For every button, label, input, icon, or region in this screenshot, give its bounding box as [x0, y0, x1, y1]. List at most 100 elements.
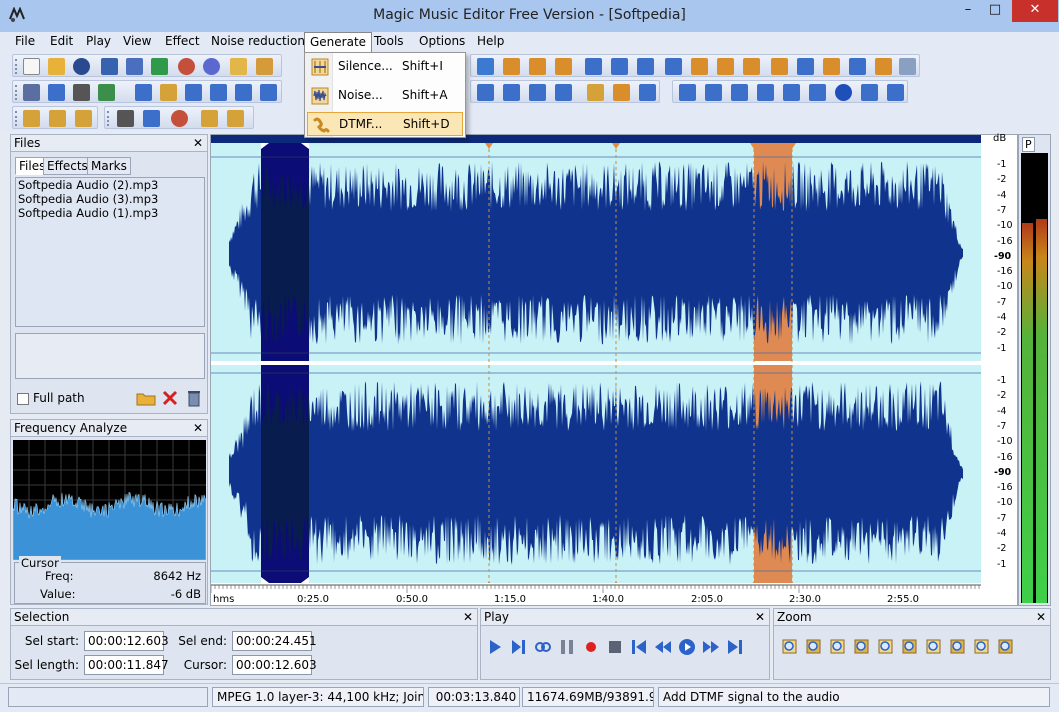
eq-icon[interactable] — [477, 84, 494, 101]
maximize-button[interactable]: □ — [982, 0, 1008, 22]
silence-icon[interactable] — [23, 110, 40, 127]
close-icon[interactable]: ✕ — [193, 420, 203, 436]
convert-icon[interactable] — [639, 84, 656, 101]
dc-offset-icon[interactable] — [887, 84, 904, 101]
zoom-fit-icon[interactable] — [876, 637, 896, 657]
menu-item-silence[interactable]: Silence... Shift+I — [307, 55, 463, 79]
open-folder-icon[interactable] — [135, 388, 157, 408]
noise-gate-icon[interactable] — [503, 84, 520, 101]
marker-icon[interactable] — [587, 84, 604, 101]
disc-icon[interactable] — [203, 58, 220, 75]
export-icon[interactable] — [230, 58, 247, 75]
minimize-button[interactable]: – — [955, 0, 981, 22]
graphic-eq-icon[interactable] — [835, 84, 852, 101]
undo-icon[interactable] — [48, 84, 65, 101]
region-icon[interactable] — [613, 84, 630, 101]
mixer-icon[interactable] — [861, 84, 878, 101]
record-icon[interactable] — [581, 637, 601, 657]
noise-icon[interactable] — [49, 110, 66, 127]
waveform-editor[interactable]: hms 0:25.0 0:50.0 1:15.0 1:40.0 2:05.0 2… — [210, 133, 1018, 606]
reverse-icon[interactable] — [585, 58, 602, 75]
recorder-icon[interactable] — [117, 110, 134, 127]
save-as-icon[interactable] — [126, 58, 143, 75]
crop-icon[interactable] — [235, 84, 252, 101]
close-icon[interactable]: ✕ — [193, 135, 203, 151]
list-item[interactable]: Softpedia Audio (3).mp3 — [16, 192, 204, 206]
delay-icon[interactable] — [823, 58, 840, 75]
menu-generate[interactable]: Generate — [304, 32, 373, 53]
stop-icon[interactable] — [605, 637, 625, 657]
menu-edit[interactable]: Edit — [47, 34, 76, 48]
zoom-in-icon[interactable] — [780, 637, 800, 657]
close-icon[interactable]: ✕ — [463, 609, 473, 625]
zoom-vertical-in-icon[interactable] — [924, 637, 944, 657]
trash-icon[interactable] — [183, 388, 205, 408]
trim-icon[interactable] — [260, 84, 277, 101]
invert-icon[interactable] — [611, 58, 628, 75]
fade-out-icon[interactable] — [555, 58, 572, 75]
menu-noise-reduction[interactable]: Noise reduction — [208, 34, 308, 48]
close-icon[interactable]: ✕ — [755, 609, 765, 625]
menu-file[interactable]: File — [12, 34, 38, 48]
save-all-icon[interactable] — [151, 58, 168, 75]
cd-ripper-icon[interactable] — [171, 110, 188, 127]
zoom-vertical-out-icon[interactable] — [948, 637, 968, 657]
menu-play[interactable]: Play — [83, 34, 114, 48]
toolbar-grip[interactable] — [15, 59, 18, 74]
import-icon[interactable] — [256, 58, 273, 75]
chorus-icon[interactable] — [797, 58, 814, 75]
mix-paste-icon[interactable] — [210, 84, 227, 101]
dtmf-icon[interactable] — [75, 110, 92, 127]
menu-help[interactable]: Help — [474, 34, 507, 48]
cut-icon[interactable] — [23, 84, 40, 101]
tab-effects[interactable]: Effects — [43, 157, 92, 175]
menu-item-noise[interactable]: Noise... Shift+A — [307, 84, 463, 108]
delete-icon[interactable] — [73, 84, 90, 101]
open-cd-icon[interactable] — [73, 58, 90, 75]
menu-item-dtmf[interactable]: DTMF... Shift+D — [307, 112, 463, 136]
paste-icon[interactable] — [185, 84, 202, 101]
open-folder-icon[interactable] — [48, 58, 65, 75]
close-button[interactable]: ✕ — [1012, 0, 1058, 22]
zoom-vertical-fit-icon[interactable] — [972, 637, 992, 657]
zoom-reset-icon[interactable] — [996, 637, 1016, 657]
fade-in-icon[interactable] — [529, 58, 546, 75]
menu-effect[interactable]: Effect — [162, 34, 203, 48]
copy-icon[interactable] — [160, 84, 177, 101]
cursor-field[interactable]: 00:00:12.603 — [232, 655, 317, 675]
stretch-icon[interactable] — [637, 58, 654, 75]
waveform-canvas[interactable] — [210, 135, 1017, 605]
amplify-icon[interactable] — [503, 58, 520, 75]
go-start-icon[interactable] — [629, 637, 649, 657]
batch-icon[interactable] — [143, 110, 160, 127]
flanger-icon[interactable] — [771, 58, 788, 75]
music-note-icon[interactable] — [529, 84, 546, 101]
play-pause-icon[interactable] — [677, 637, 697, 657]
redo-icon[interactable] — [98, 84, 115, 101]
go-end-icon[interactable] — [725, 637, 745, 657]
loop-icon[interactable] — [533, 637, 553, 657]
zoom-left-icon[interactable] — [900, 637, 920, 657]
notch-icon[interactable] — [809, 84, 826, 101]
pitch-icon[interactable] — [691, 58, 708, 75]
play-to-end-icon[interactable] — [509, 637, 529, 657]
save-icon[interactable] — [101, 58, 118, 75]
full-path-checkbox[interactable] — [17, 393, 29, 405]
menu-options[interactable]: Options — [416, 34, 468, 48]
fast-forward-icon[interactable] — [701, 637, 721, 657]
zoom-out-icon[interactable] — [804, 637, 824, 657]
play-icon[interactable] — [485, 637, 505, 657]
vocal-cut-icon[interactable] — [743, 58, 760, 75]
zoom-all-icon[interactable] — [852, 637, 872, 657]
list-item[interactable]: Softpedia Audio (1).mp3 — [16, 206, 204, 220]
compress-icon[interactable] — [665, 58, 682, 75]
list-item[interactable]: Softpedia Audio (2).mp3 — [16, 178, 204, 192]
sel-start-field[interactable]: 00:00:12.603 — [84, 631, 169, 651]
tab-marks[interactable]: Marks — [87, 157, 131, 175]
toolbar-grip[interactable] — [107, 111, 110, 126]
reverb-icon[interactable] — [875, 58, 892, 75]
toolbar-grip[interactable] — [15, 111, 18, 126]
menu-view[interactable]: View — [120, 34, 154, 48]
pause-icon[interactable] — [557, 637, 577, 657]
treble-boost-icon[interactable] — [705, 84, 722, 101]
